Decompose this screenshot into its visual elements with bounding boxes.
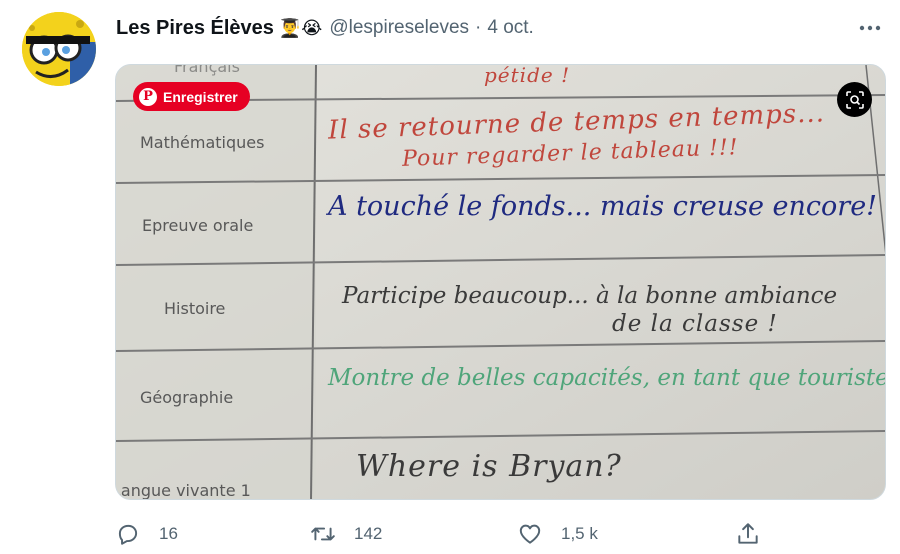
comment-top: pétide ! <box>484 64 571 87</box>
like-count: 1,5 k <box>561 524 598 543</box>
avatar-image <box>22 12 96 86</box>
separator-dot: · <box>475 17 482 38</box>
share-icon <box>738 523 758 544</box>
reply-icon <box>118 524 138 545</box>
like-button[interactable]: 1,5 k <box>517 518 598 550</box>
comment-handwriting: Participe beaucoup... à la bonne ambianc… <box>342 283 838 309</box>
subject-label: Géographie <box>140 388 234 407</box>
pinterest-save-button[interactable]: P Enregistrer <box>133 82 250 111</box>
reply-button[interactable]: 16 <box>115 518 178 550</box>
more-options-button[interactable] <box>856 14 884 42</box>
lens-icon <box>845 90 864 109</box>
comment-handwriting: Where is Bryan? <box>356 449 622 484</box>
subject-label: Langue vivante 1 <box>115 481 251 500</box>
reply-count: 16 <box>159 524 178 543</box>
comment-handwriting: Montre de belles capacités, en tant que … <box>328 365 886 391</box>
more-icon <box>859 25 881 31</box>
visual-search-button[interactable] <box>837 82 872 117</box>
comment-handwriting: A touché le fonds... mais creuse encore! <box>328 191 878 222</box>
tweet-date[interactable]: 4 oct. <box>487 17 533 39</box>
tweet-header: Les Pires Élèves 👨‍🎓😭 @lespireseleves · … <box>116 14 534 42</box>
subject-label-top: Français <box>174 64 240 76</box>
retweet-icon <box>311 527 335 541</box>
save-button-label: Enregistrer <box>163 88 238 105</box>
pinterest-icon: P <box>139 87 157 106</box>
display-name[interactable]: Les Pires Élèves <box>116 17 274 40</box>
retweet-count: 142 <box>354 524 383 543</box>
subject-label: Epreuve orale <box>142 216 254 235</box>
comment-handwriting: de la classe ! <box>612 311 778 337</box>
tweet-media-image[interactable]: Français pétide ! Mathématiques Il se re… <box>115 64 886 500</box>
retweet-button[interactable]: 142 <box>310 518 382 550</box>
user-handle[interactable]: @lespireseleves <box>329 17 469 39</box>
share-button[interactable] <box>735 518 761 550</box>
heart-icon <box>519 524 541 544</box>
name-emojis: 👨‍🎓😭 <box>278 17 323 39</box>
subject-label: Histoire <box>164 299 226 318</box>
tweet-actions: 16 142 1,5 k <box>115 518 795 550</box>
avatar[interactable] <box>22 12 96 86</box>
subject-label: Mathématiques <box>140 133 265 152</box>
